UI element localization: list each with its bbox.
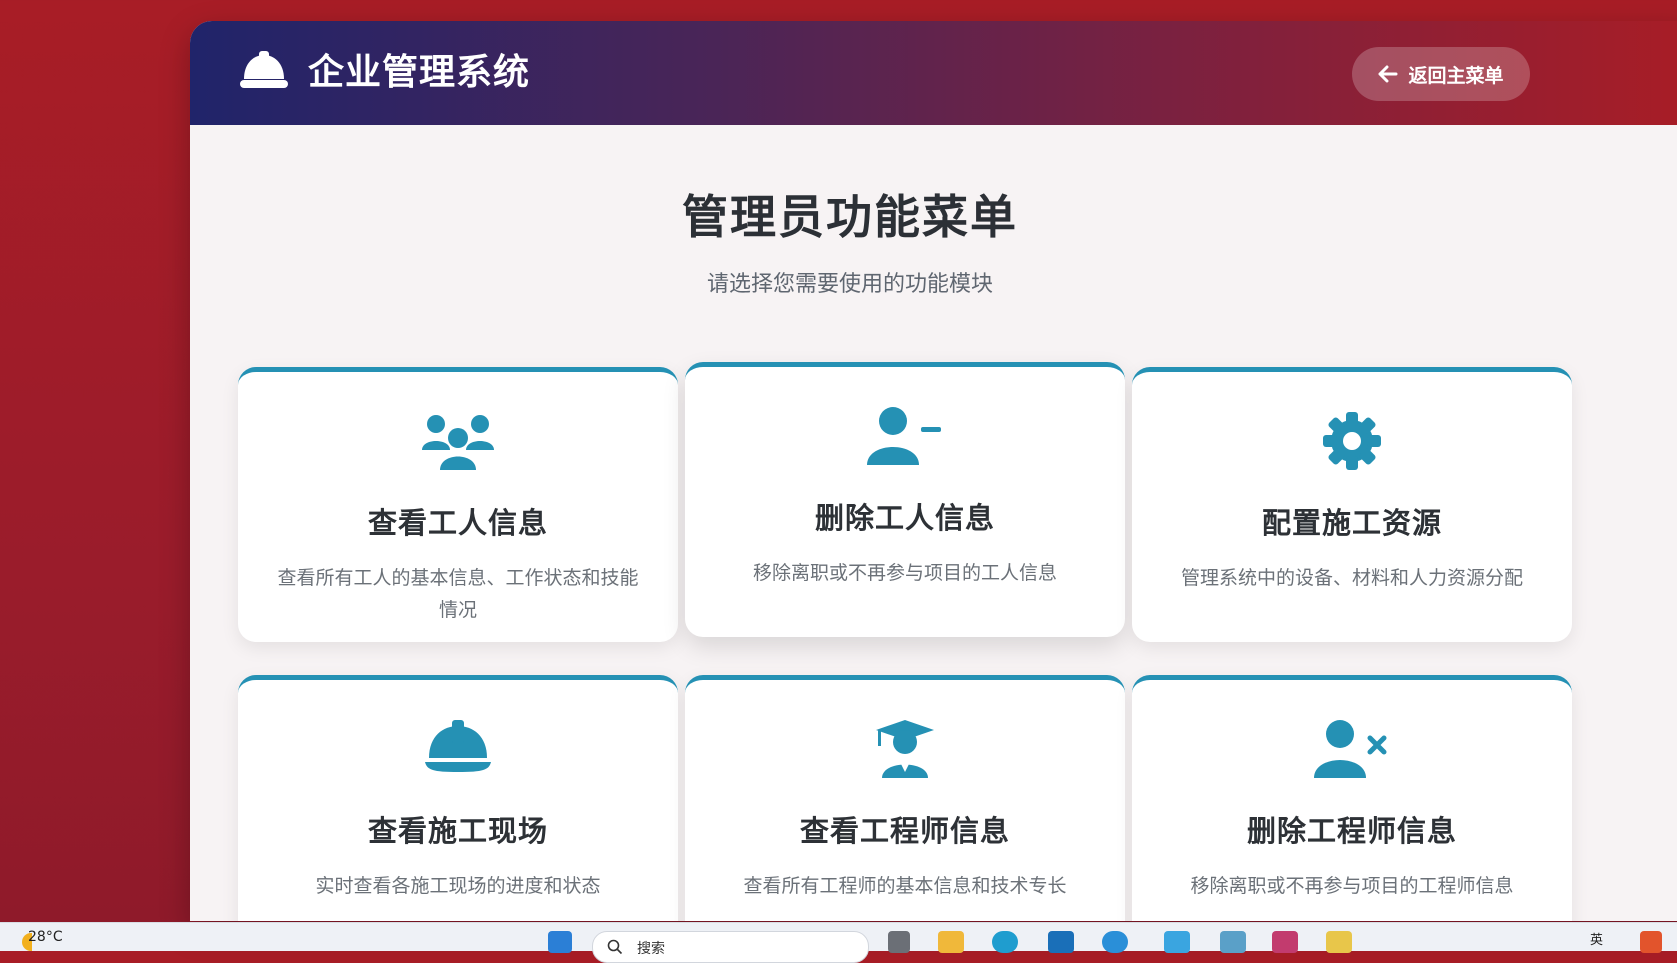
weather-temperature[interactable]: 28°C <box>28 929 63 945</box>
back-to-main-menu-button[interactable]: 返回主菜单 <box>1352 47 1530 101</box>
page-subtitle: 请选择您需要使用的功能模块 <box>706 272 993 297</box>
card-view-engineers[interactable]: 查看工程师信息 查看所有工程师的基本信息和技术专长 <box>685 675 1125 921</box>
user-minus-icon <box>867 407 941 465</box>
card-description: 移除离职或不再参与项目的工人信息 <box>752 562 1057 584</box>
card-delete-workers[interactable]: 删除工人信息 移除离职或不再参与项目的工人信息 <box>685 362 1125 637</box>
hard-hat-icon <box>240 51 288 88</box>
card-description: 管理系统中的设备、材料和人力资源分配 <box>1180 567 1523 589</box>
card-title: 删除工人信息 <box>814 501 995 535</box>
hard-hat-icon <box>425 720 491 772</box>
card-title: 查看施工现场 <box>367 814 548 848</box>
taskbar: 28°C 搜索 英 <box>0 922 1677 963</box>
app-window: 企业管理系统 返回主菜单 管理员功能菜单 请选择您需要使用的功能模块 查看工人信… <box>190 21 1677 921</box>
card-description: 查看所有工程师的基本信息和技术专长 <box>743 875 1067 897</box>
user-x-icon <box>1314 720 1387 778</box>
card-description: 实时查看各施工现场的进度和状态 <box>315 875 601 897</box>
card-view-workers[interactable]: 查看工人信息 查看所有工人的基本信息、工作状态和技能情况 <box>238 367 678 642</box>
card-configure-resources[interactable]: 配置施工资源 管理系统中的设备、材料和人力资源分配 <box>1132 367 1572 642</box>
card-title: 查看工程师信息 <box>799 814 1010 848</box>
card-description: 查看所有工人的基本信息、工作状态和技能情况 <box>277 567 639 621</box>
input-language-indicator[interactable]: 英 <box>1590 929 1603 948</box>
card-description: 移除离职或不再参与项目的工程师信息 <box>1190 875 1514 897</box>
card-title: 删除工程师信息 <box>1246 814 1457 848</box>
app-header: 企业管理系统 返回主菜单 <box>190 21 1677 125</box>
graduate-icon <box>876 720 934 778</box>
card-delete-engineers[interactable]: 删除工程师信息 移除离职或不再参与项目的工程师信息 <box>1132 675 1572 921</box>
gear-icon <box>1323 412 1381 470</box>
arrow-left-icon <box>1378 65 1398 83</box>
card-title: 查看工人信息 <box>367 506 548 540</box>
app-title: 企业管理系统 <box>308 52 531 93</box>
card-title: 配置施工资源 <box>1261 506 1442 540</box>
search-placeholder: 搜索 <box>637 941 665 957</box>
page-title: 管理员功能菜单 <box>682 190 1018 244</box>
back-button-label: 返回主菜单 <box>1408 64 1504 87</box>
taskbar-search[interactable]: 搜索 <box>592 931 869 963</box>
card-view-sites[interactable]: 查看施工现场 实时查看各施工现场的进度和状态 <box>238 675 678 921</box>
users-icon <box>422 415 494 470</box>
search-icon <box>607 939 623 955</box>
